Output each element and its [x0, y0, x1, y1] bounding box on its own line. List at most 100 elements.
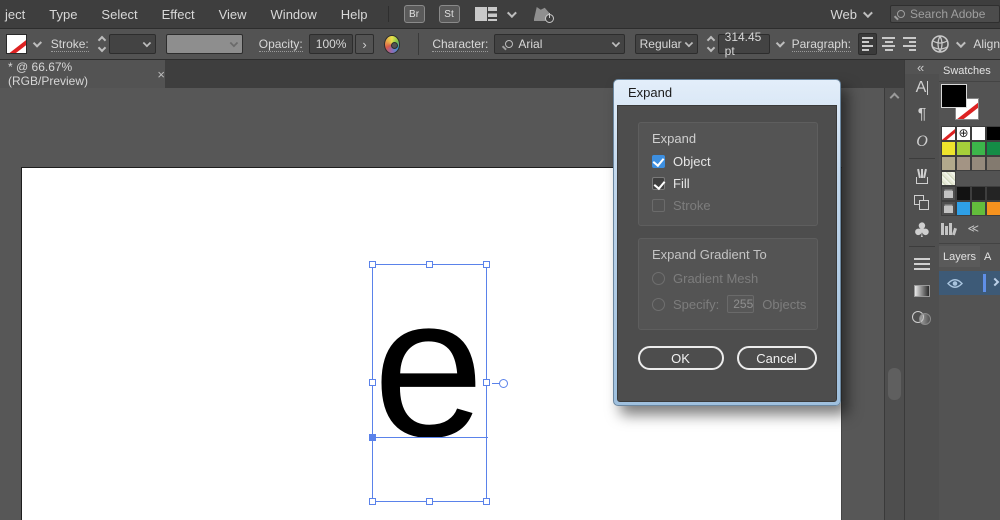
folder-swatch[interactable]	[941, 186, 956, 201]
pattern-swatch[interactable]	[941, 171, 956, 186]
cancel-button[interactable]: Cancel	[737, 346, 817, 370]
menu-help[interactable]: Help	[329, 7, 380, 22]
swatch[interactable]	[941, 156, 956, 171]
swatch[interactable]	[986, 186, 1000, 201]
swatch[interactable]	[971, 126, 986, 141]
stroke-weight-dropdown[interactable]	[109, 34, 156, 54]
object-checkbox-checked[interactable]	[652, 155, 665, 168]
swatch[interactable]	[941, 141, 956, 156]
fill-proxy-black[interactable]	[941, 84, 967, 108]
close-tab-icon[interactable]: ×	[157, 67, 165, 82]
gradient-panel-icon[interactable]	[907, 277, 937, 304]
vertical-scrollbar[interactable]	[884, 88, 904, 520]
chevron-down-icon[interactable]	[33, 38, 42, 47]
menu-type[interactable]: Type	[37, 7, 89, 22]
handle-bottom-right[interactable]	[483, 498, 490, 505]
opacity-label[interactable]: Opacity:	[259, 37, 303, 52]
bridge-button[interactable]: Br	[404, 5, 425, 23]
layer-row-selected[interactable]	[939, 271, 1000, 295]
handle-bottom-left[interactable]	[369, 498, 376, 505]
envelope-warp-control[interactable]	[930, 34, 969, 54]
stroke-panel-icon[interactable]	[907, 250, 937, 277]
swatch[interactable]	[956, 156, 971, 171]
tab-swatches[interactable]: Swatches	[939, 60, 995, 81]
tab-artboards-clipped[interactable]: A	[980, 246, 995, 267]
stock-button[interactable]: St	[439, 5, 460, 23]
dialog-title-bar[interactable]: Expand	[614, 80, 840, 105]
scroll-up-icon[interactable]	[890, 93, 900, 103]
text-port-handle[interactable]	[499, 379, 508, 388]
collapse-panels-icon[interactable]: «	[917, 60, 924, 75]
menu-effect[interactable]: Effect	[150, 7, 207, 22]
fill-none-swatch[interactable]	[6, 34, 27, 54]
visibility-eye-icon[interactable]	[947, 278, 963, 289]
folder-swatch[interactable]	[941, 201, 956, 216]
handle-mid-right[interactable]	[483, 379, 490, 386]
handle-bottom-center[interactable]	[426, 498, 433, 505]
character-panel-icon[interactable]: A	[907, 74, 937, 101]
tab-layers[interactable]: Layers	[939, 246, 980, 267]
align-right-button[interactable]	[900, 33, 919, 55]
handle-mid-left[interactable]	[369, 379, 376, 386]
chevron-down-icon[interactable]	[775, 38, 784, 47]
swatch[interactable]	[956, 201, 971, 216]
menu-select[interactable]: Select	[89, 7, 149, 22]
align-panel-label[interactable]: Align	[973, 37, 1000, 51]
graphic-styles-panel-icon[interactable]	[907, 189, 937, 216]
opentype-panel-icon[interactable]: O	[907, 128, 937, 155]
megaphone-power-icon[interactable]	[534, 5, 554, 23]
font-family-field[interactable]: Arial	[494, 34, 624, 54]
menu-object[interactable]: ject	[0, 7, 37, 22]
handle-top-center[interactable]	[426, 261, 433, 268]
recolor-artwork-icon[interactable]	[384, 35, 400, 54]
search-input[interactable]: Search Adobe	[890, 5, 1000, 23]
swatch[interactable]	[956, 186, 971, 201]
document-tab[interactable]: * @ 66.67% (RGB/Preview) ×	[0, 60, 165, 88]
expand-dialog: Expand Expand Object Fill Stroke Expand	[613, 79, 841, 406]
paragraph-panel-icon[interactable]: ¶	[907, 101, 937, 128]
scrollbar-thumb[interactable]	[888, 368, 901, 400]
baseline-anchor-handle[interactable]	[369, 434, 376, 441]
brushes-panel-icon[interactable]	[907, 162, 937, 189]
swatch[interactable]	[986, 141, 1000, 156]
swatch[interactable]	[971, 186, 986, 201]
paragraph-label[interactable]: Paragraph:	[792, 37, 851, 52]
symbols-panel-icon[interactable]: ♣	[907, 216, 937, 243]
none-swatch[interactable]	[941, 126, 956, 141]
reg-swatch[interactable]: ⊕	[956, 126, 971, 141]
swatch[interactable]	[986, 201, 1000, 216]
align-center-button[interactable]	[879, 33, 898, 55]
arrange-documents-icon[interactable]	[475, 7, 497, 21]
swatch-kinds-icon[interactable]: ≪	[968, 222, 979, 235]
chevron-down-icon[interactable]	[506, 8, 516, 18]
menu-view[interactable]: View	[207, 7, 259, 22]
ok-button[interactable]: OK	[638, 346, 724, 370]
opacity-expand-button[interactable]: ›	[355, 34, 373, 54]
workspace-switcher[interactable]: Web	[831, 7, 877, 22]
fill-checkbox-row[interactable]: Fill	[652, 176, 804, 191]
swatch[interactable]	[986, 126, 1000, 141]
search-icon	[897, 10, 905, 18]
swatch[interactable]	[986, 156, 1000, 171]
font-size-stepper[interactable]	[708, 37, 714, 51]
swatch[interactable]	[971, 201, 986, 216]
fill-checkbox-checked[interactable]	[652, 177, 665, 190]
object-checkbox-row[interactable]: Object	[652, 154, 804, 169]
swatch-libraries-icon[interactable]	[941, 223, 956, 235]
handle-top-left[interactable]	[369, 261, 376, 268]
stroke-weight-stepper[interactable]	[99, 37, 105, 51]
stroke-label[interactable]: Stroke:	[51, 37, 89, 52]
transparency-panel-icon[interactable]	[907, 304, 937, 331]
swatch[interactable]	[971, 141, 986, 156]
align-left-button[interactable]	[858, 33, 877, 55]
menu-window[interactable]: Window	[259, 7, 329, 22]
font-style-dropdown[interactable]: Regular	[635, 34, 698, 54]
layer-expand-icon[interactable]	[991, 278, 999, 286]
swatch[interactable]	[971, 156, 986, 171]
font-size-value[interactable]: 314.45 pt	[718, 34, 770, 54]
opacity-value[interactable]: 100%	[309, 34, 354, 54]
toolbar-separator	[418, 33, 419, 55]
handle-top-right[interactable]	[483, 261, 490, 268]
swatch[interactable]	[956, 141, 971, 156]
character-label[interactable]: Character:	[432, 37, 488, 52]
